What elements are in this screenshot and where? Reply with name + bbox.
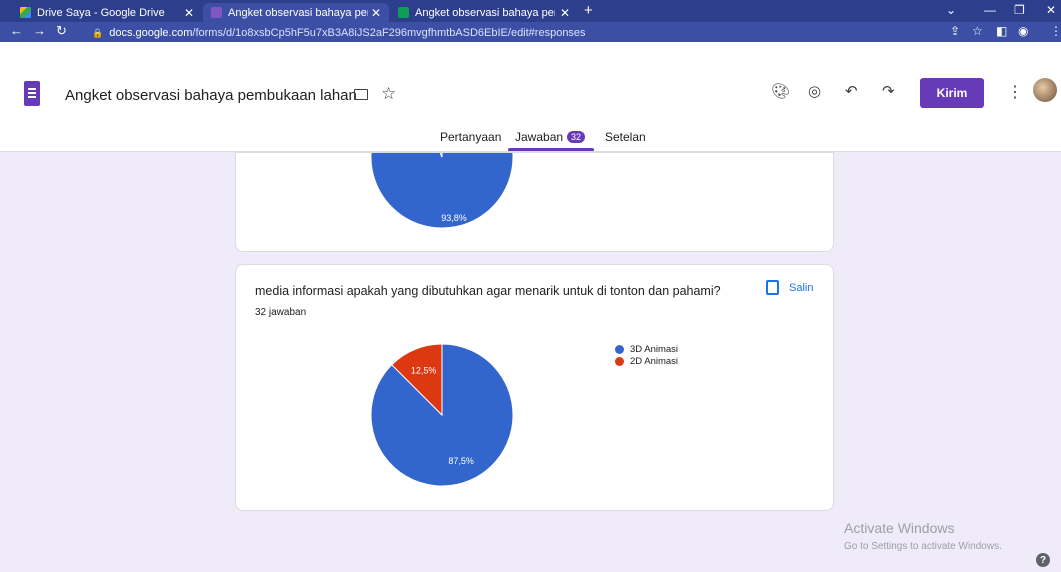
browser-menu-icon[interactable]: ⋮	[1050, 24, 1061, 38]
restore-icon[interactable]: ❐	[1014, 3, 1025, 17]
palette-icon[interactable]: 🎨︎	[771, 82, 790, 100]
browser-tab-form[interactable]: Angket observasi bahaya pembu ✕	[203, 3, 389, 22]
chart-legend: 3D Animasi 2D Animasi	[615, 343, 678, 367]
preview-eye-icon[interactable]: ◎	[808, 82, 821, 100]
url-field[interactable]: 🔒 docs.google.com /forms/d/1o8xsbCp5hF5u…	[92, 26, 586, 40]
url-path: /forms/d/1o8xsbCp5hF5u7xB3A8iJS2aF296mvg…	[192, 27, 586, 39]
send-button[interactable]: Kirim	[920, 78, 984, 108]
pie-chart-media: 87,5% 12,5%	[370, 343, 514, 487]
close-icon[interactable]: ✕	[560, 6, 570, 20]
pie-slice-label: 93,8%	[441, 213, 467, 223]
legend-label: 3D Animasi	[630, 343, 679, 355]
legend-label: 2D Animasi	[630, 355, 679, 367]
close-icon[interactable]: ✕	[371, 6, 381, 20]
undo-icon[interactable]: ↶	[845, 82, 858, 100]
reload-icon[interactable]: ↻	[56, 23, 67, 39]
google-drive-icon	[20, 7, 31, 18]
google-sheets-icon	[398, 7, 409, 18]
google-forms-icon	[211, 7, 222, 18]
response-card-previous: 93,8%	[235, 152, 834, 252]
address-bar: ← → ↻ 🔒 docs.google.com /forms/d/1o8xsbC…	[0, 22, 1061, 42]
lock-icon: 🔒	[92, 27, 104, 38]
minimize-icon[interactable]: —	[984, 3, 996, 17]
form-tabs: Pertanyaan Jawaban 32 Setelan	[0, 128, 1061, 152]
avatar[interactable]	[1033, 78, 1057, 102]
help-icon[interactable]: ?	[1036, 553, 1050, 567]
browser-tab-label: Angket observasi bahaya pembu	[415, 6, 555, 19]
bookmark-star-icon[interactable]: ☆	[972, 24, 983, 38]
legend-item[interactable]: 2D Animasi	[615, 355, 678, 367]
tab-questions[interactable]: Pertanyaan	[440, 130, 501, 144]
star-icon[interactable]: ☆	[381, 84, 396, 104]
browser-tab-label: Drive Saya - Google Drive	[37, 6, 165, 19]
tab-responses-label: Jawaban	[515, 130, 564, 144]
folder-icon[interactable]	[354, 89, 368, 100]
legend-swatch	[615, 344, 624, 354]
back-icon[interactable]: ←	[10, 23, 23, 38]
activate-windows-watermark: Activate Windows	[844, 520, 955, 536]
pie-slice-label: 87,5%	[448, 456, 474, 466]
browser-tab-label: Angket observasi bahaya pembu	[228, 6, 368, 19]
response-card-media: media informasi apakah yang dibutuhkan a…	[235, 264, 834, 511]
legend-swatch	[615, 356, 624, 366]
legend-item[interactable]: 3D Animasi	[615, 343, 678, 355]
profile-icon[interactable]: ◉	[1018, 24, 1028, 38]
close-window-icon[interactable]: ✕	[1046, 3, 1056, 17]
pie-chart-previous: 93,8%	[370, 153, 514, 229]
tab-responses[interactable]: Jawaban 32	[515, 130, 586, 144]
redo-icon[interactable]: ↷	[882, 82, 895, 100]
close-icon[interactable]: ✕	[184, 6, 194, 20]
browser-tab-drive[interactable]: Drive Saya - Google Drive ✕	[12, 3, 202, 22]
form-title[interactable]: Angket observasi bahaya pembukaan lahan	[65, 87, 357, 104]
new-tab-icon[interactable]: +	[584, 2, 593, 19]
chevron-down-icon[interactable]: ⌄	[946, 3, 956, 17]
sidepanel-icon[interactable]: ◧	[996, 24, 1007, 38]
browser-tab-sheet[interactable]: Angket observasi bahaya pembu ✕	[390, 3, 578, 22]
browser-tab-strip: Drive Saya - Google Drive ✕ Angket obser…	[0, 0, 1061, 22]
pie-slice-label: 12,5%	[411, 366, 437, 376]
forms-header: Angket observasi bahaya pembukaan lahan …	[0, 42, 1061, 152]
active-tab-indicator	[508, 148, 594, 151]
activate-windows-hint: Go to Settings to activate Windows.	[844, 541, 1002, 552]
more-vert-icon[interactable]: ⋮	[1007, 82, 1023, 102]
url-host: docs.google.com	[109, 27, 193, 39]
forms-logo-icon[interactable]	[24, 81, 40, 106]
responses-count-badge: 32	[567, 131, 586, 143]
share-icon[interactable]: ⇪	[950, 24, 960, 38]
tab-settings[interactable]: Setelan	[605, 130, 646, 144]
forward-icon[interactable]: →	[33, 23, 46, 38]
